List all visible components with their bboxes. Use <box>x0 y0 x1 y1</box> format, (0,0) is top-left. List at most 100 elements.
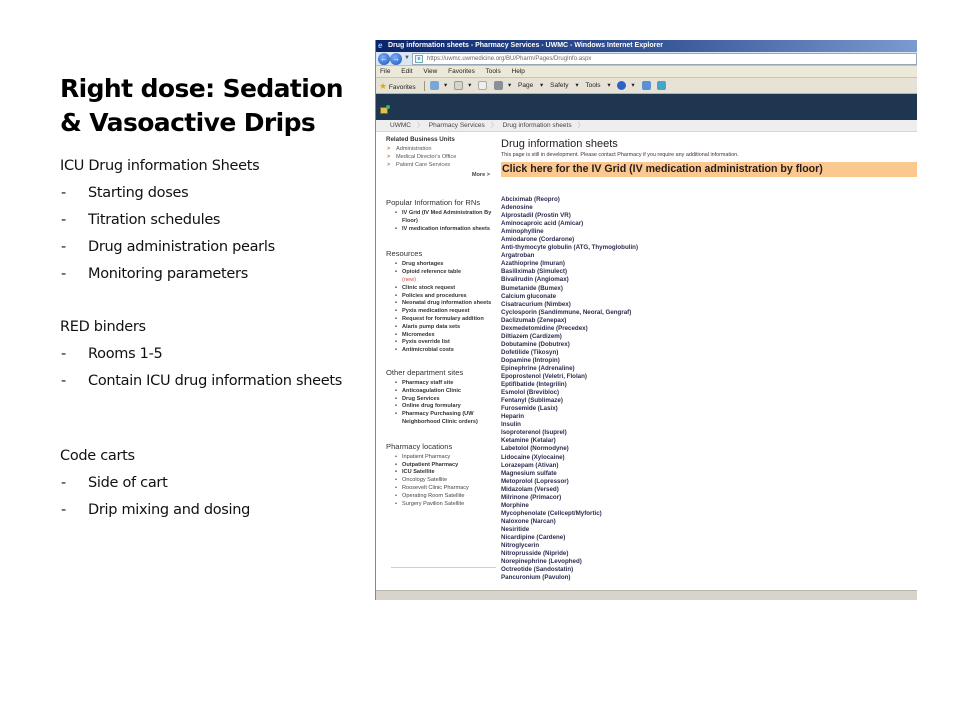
location-link[interactable]: Inpatient Pharmacy <box>386 454 494 462</box>
print-icon[interactable] <box>493 80 503 90</box>
other-site-link[interactable]: Pharmacy Purchasing (UW Neighborhood Cli… <box>386 411 494 427</box>
drug-link[interactable]: Insulin <box>501 421 917 429</box>
drug-link[interactable]: Basiliximab (Simulect) <box>501 268 917 276</box>
drug-link[interactable]: Lidocaine (Xylocaine) <box>501 454 917 462</box>
resource-link[interactable]: Opioid reference table(new) <box>386 269 494 285</box>
resource-link[interactable]: Pyxis medication request <box>386 308 494 316</box>
resource-link[interactable]: Request for formulary addition <box>386 316 494 324</box>
resource-link[interactable]: Pyxis override list <box>386 339 494 347</box>
back-button[interactable]: ← <box>378 53 390 65</box>
drug-link[interactable]: Eptifibatide (Integrilin) <box>501 381 917 389</box>
dropdown-icon[interactable]: ▾ <box>631 82 634 89</box>
resource-link[interactable]: Drug shortages <box>386 261 494 269</box>
drug-link[interactable]: Aminophylline <box>501 228 917 236</box>
drug-link[interactable]: Nicardipine (Cardene) <box>501 534 917 542</box>
drug-link[interactable]: Azathioprine (Imuran) <box>501 260 917 268</box>
forward-button[interactable]: → <box>390 53 402 65</box>
page-menu-button[interactable]: Page ▾ <box>518 82 543 89</box>
safety-menu-button[interactable]: Safety ▾ <box>550 82 579 89</box>
drug-link[interactable]: Mycophenolate (Cellcept/Myfortic) <box>501 510 917 518</box>
tools-menu-button[interactable]: Tools ▾ <box>585 82 610 89</box>
other-site-link[interactable]: Pharmacy staff site <box>386 380 494 388</box>
drug-link[interactable]: Esmolol (Brevibloc) <box>501 389 917 397</box>
related-unit-link[interactable]: Medical Director's Office <box>386 153 494 161</box>
location-link[interactable]: Oncology Satellite <box>386 477 494 485</box>
drug-link[interactable]: Midazolam (Versed) <box>501 486 917 494</box>
drug-link[interactable]: Magnesium sulfate <box>501 470 917 478</box>
resource-link[interactable]: Neonatal drug information sheets <box>386 300 494 308</box>
iv-grid-link[interactable]: Click here for the IV Grid (IV medicatio… <box>501 162 917 177</box>
drug-link[interactable]: Pancuronium (Pavulon) <box>501 574 917 582</box>
drug-link[interactable]: Heparin <box>501 413 917 421</box>
drug-link[interactable]: Octreotide (Sandostatin) <box>501 566 917 574</box>
location-link[interactable]: Surgery Pavilion Satellite <box>386 501 494 509</box>
popular-link[interactable]: IV Grid (IV Med Administration By Floor) <box>386 210 494 226</box>
drug-link[interactable]: Dofetilide (Tikosyn) <box>501 349 917 357</box>
menu-tools[interactable]: Tools <box>486 68 501 75</box>
messenger-icon[interactable] <box>657 80 667 90</box>
menu-edit[interactable]: Edit <box>401 68 412 75</box>
drug-link[interactable]: Norepinephrine (Levophed) <box>501 558 917 566</box>
dropdown-icon[interactable]: ▾ <box>444 82 447 89</box>
dropdown-icon[interactable]: ▾ <box>468 82 471 89</box>
drug-link[interactable]: Alprostadil (Prostin VR) <box>501 212 917 220</box>
breadcrumb-pharmacy-services[interactable]: Pharmacy Services <box>429 120 498 132</box>
menu-help[interactable]: Help <box>512 68 525 75</box>
drug-link[interactable]: Aminocaproic acid (Amicar) <box>501 220 917 228</box>
drug-link[interactable]: Morphine <box>501 502 917 510</box>
breadcrumb-drug-information-sheets[interactable]: Drug information sheets <box>503 120 585 132</box>
location-link[interactable]: Roosevelt Clinic Pharmacy <box>386 485 494 493</box>
menu-file[interactable]: File <box>380 68 390 75</box>
breadcrumb-uwmc[interactable]: UWMC <box>390 120 424 132</box>
site-actions-icon[interactable] <box>380 105 390 114</box>
drug-link[interactable]: Naloxone (Narcan) <box>501 518 917 526</box>
home-icon[interactable] <box>430 80 439 90</box>
drug-link[interactable]: Argatroban <box>501 252 917 260</box>
drug-link[interactable]: Nitroprusside (Nipride) <box>501 550 917 558</box>
drug-link[interactable]: Daclizumab (Zenepax) <box>501 317 917 325</box>
other-site-link[interactable]: Drug Services <box>386 396 494 404</box>
menu-view[interactable]: View <box>423 68 437 75</box>
drug-link[interactable]: Furosemide (Lasix) <box>501 405 917 413</box>
dropdown-icon[interactable]: ▾ <box>508 82 511 89</box>
resource-link[interactable]: Micromedex <box>386 332 494 340</box>
feeds-icon[interactable] <box>454 80 464 90</box>
history-dropdown-icon[interactable]: ▼ <box>404 55 410 61</box>
help-icon[interactable] <box>617 80 627 90</box>
drug-link[interactable]: Epoprostenol (Veletri, Flolan) <box>501 373 917 381</box>
drug-link[interactable]: Anti-thymocyte globulin (ATG, Thymoglobu… <box>501 244 917 252</box>
resource-link[interactable]: Antimicrobial costs <box>386 347 494 355</box>
resource-link[interactable]: Policies and procedures <box>386 293 494 301</box>
drug-link[interactable]: Dobutamine (Dobutrex) <box>501 341 917 349</box>
drug-link[interactable]: Metoprolol (Lopressor) <box>501 478 917 486</box>
drug-link[interactable]: Isoproterenol (Isuprel) <box>501 429 917 437</box>
menu-favorites[interactable]: Favorites <box>448 68 475 75</box>
drug-link[interactable]: Bivalirudin (Angiomax) <box>501 276 917 284</box>
drug-link[interactable]: Labetolol (Normodyne) <box>501 445 917 453</box>
resource-link[interactable]: Clinic stock request <box>386 285 494 293</box>
drug-link[interactable]: Nesiritide <box>501 526 917 534</box>
drug-link[interactable]: Calcium gluconate <box>501 293 917 301</box>
drug-link[interactable]: Cisatracurium (Nimbex) <box>501 301 917 309</box>
drug-link[interactable]: Nitroglycerin <box>501 542 917 550</box>
research-icon[interactable] <box>641 80 651 90</box>
drug-link[interactable]: Lorazepam (Ativan) <box>501 462 917 470</box>
drug-link[interactable]: Amiodarone (Cordarone) <box>501 236 917 244</box>
drug-link[interactable]: Epinephrine (Adrenaline) <box>501 365 917 373</box>
drug-link[interactable]: Diltiazem (Cardizem) <box>501 333 917 341</box>
drug-link[interactable]: Dexmedetomidine (Precedex) <box>501 325 917 333</box>
mail-icon[interactable] <box>478 80 488 90</box>
drug-link[interactable]: Milrinone (Primacor) <box>501 494 917 502</box>
drug-link[interactable]: Bumetanide (Bumex) <box>501 285 917 293</box>
popular-link[interactable]: IV medication information sheets <box>386 226 494 234</box>
drug-link[interactable]: Ketamine (Ketalar) <box>501 437 917 445</box>
drug-link[interactable]: Adenosine <box>501 204 917 212</box>
more-link[interactable]: More > <box>386 170 494 180</box>
other-site-link[interactable]: Anticoagulation Clinic <box>386 388 494 396</box>
url-input[interactable]: e https://uwmc.uwmedicine.org/BU/Pharm/P… <box>412 53 917 65</box>
related-unit-link[interactable]: Administration <box>386 145 494 153</box>
location-link[interactable]: ICU Satellite <box>386 469 494 477</box>
location-link[interactable]: Operating Room Satellite <box>386 493 494 501</box>
drug-link[interactable]: Fentanyl (Sublimaze) <box>501 397 917 405</box>
related-unit-link[interactable]: Patient Care Services <box>386 161 494 169</box>
